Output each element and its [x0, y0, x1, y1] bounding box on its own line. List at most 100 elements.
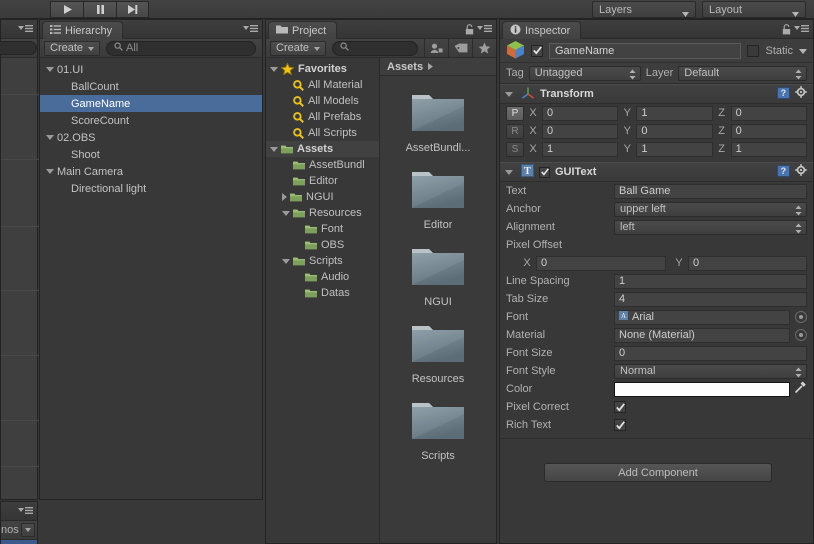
project-create-button[interactable]: Create	[270, 40, 327, 56]
project-tree-item-all-prefabs[interactable]: All Prefabs	[266, 109, 379, 125]
color-swatch[interactable]	[614, 381, 790, 397]
panel-menu-icon[interactable]	[18, 506, 33, 518]
project-tree-item-favorites[interactable]: Favorites	[266, 61, 379, 77]
filter-label-icon[interactable]	[448, 38, 472, 58]
anchor-dropdown[interactable]: upper left	[614, 201, 807, 217]
layout-dropdown[interactable]: Layout	[702, 1, 806, 18]
gameobject-enabled-checkbox[interactable]	[531, 44, 543, 57]
hierarchy-item-02-obs[interactable]: 02.OBS	[40, 129, 262, 146]
hierarchy-item-scorecount[interactable]: ScoreCount	[40, 112, 262, 129]
hierarchy-item-01-ui[interactable]: 01.UI	[40, 61, 262, 78]
tag-dropdown[interactable]: Untagged	[528, 65, 641, 81]
lock-icon[interactable]	[782, 24, 791, 38]
project-tree-item-assets[interactable]: Assets	[266, 141, 379, 157]
material-object-picker-icon[interactable]	[795, 329, 807, 341]
guitext-enabled-checkbox[interactable]	[539, 166, 550, 178]
material-object-field[interactable]: None (Material)	[614, 327, 790, 343]
text-input[interactable]: Ball Game	[614, 183, 807, 199]
static-checkbox[interactable]	[747, 44, 760, 57]
project-tree-item-datas[interactable]: Datas	[266, 285, 379, 301]
transform-r-button[interactable]: R	[506, 123, 524, 139]
transform-s-button[interactable]: S	[506, 141, 524, 157]
chevron-down-icon[interactable]	[282, 210, 290, 216]
project-tree[interactable]: Favorites All Material All Models All Prefa…	[266, 58, 380, 542]
chevron-down-icon[interactable]	[270, 146, 278, 152]
chevron-down-icon[interactable]	[282, 258, 290, 264]
step-button[interactable]	[116, 1, 149, 18]
hierarchy-item-shoot[interactable]: Shoot	[40, 146, 262, 163]
add-component-button[interactable]: Add Component	[544, 463, 772, 482]
transform-s-y-input[interactable]: 1	[636, 141, 713, 157]
transform-r-y-input[interactable]: 0	[636, 123, 713, 139]
project-tree-item-obs[interactable]: OBS	[266, 237, 379, 253]
transform-p-button[interactable]: P	[506, 105, 524, 121]
rich-text-checkbox[interactable]	[614, 419, 626, 431]
project-breadcrumb[interactable]: Assets	[380, 58, 496, 76]
tab-project[interactable]: Project	[268, 21, 338, 39]
transform-component-header[interactable]: Transform ?	[500, 84, 813, 104]
partial-search-field[interactable]	[0, 41, 37, 55]
asset-item-editor[interactable]: Editor	[388, 163, 488, 231]
panel-menu-icon[interactable]	[794, 24, 809, 36]
panel-menu-icon[interactable]	[18, 24, 33, 36]
hierarchy-item-directional-light[interactable]: Directional light	[40, 180, 262, 197]
layers-dropdown[interactable]: Layers	[592, 1, 696, 18]
help-icon[interactable]: ?	[777, 86, 790, 102]
transform-s-x-input[interactable]: 1	[542, 141, 619, 157]
line-spacing-input[interactable]: 1	[614, 273, 807, 289]
project-tree-item-resources[interactable]: Resources	[266, 205, 379, 221]
transform-s-z-input[interactable]: 1	[730, 141, 807, 157]
transform-r-z-input[interactable]: 0	[730, 123, 807, 139]
help-icon[interactable]: ?	[777, 164, 790, 180]
gameobject-name-input[interactable]: GameName	[549, 42, 742, 59]
tab-inspector[interactable]: Inspector	[502, 21, 582, 39]
alignment-dropdown[interactable]: left	[614, 219, 807, 235]
chevron-down-icon[interactable]	[505, 91, 513, 97]
project-tree-item-assetbundl[interactable]: AssetBundl	[266, 157, 379, 173]
static-dropdown-icon[interactable]	[799, 45, 807, 57]
hierarchy-item-ballcount[interactable]: BallCount	[40, 78, 262, 95]
hierarchy-item-main-camera[interactable]: Main Camera	[40, 163, 262, 180]
pixel-offset-x-input[interactable]: 0	[536, 255, 666, 271]
guitext-component-header[interactable]: T GUIText ?	[500, 162, 813, 182]
hierarchy-search-input[interactable]: All	[106, 40, 256, 56]
project-tree-item-font[interactable]: Font	[266, 221, 379, 237]
font-style-dropdown[interactable]: Normal	[614, 363, 807, 379]
chevron-right-icon[interactable]	[282, 193, 287, 201]
hierarchy-item-gamename[interactable]: GameName	[40, 95, 262, 112]
pixel-offset-y-input[interactable]: 0	[688, 255, 807, 271]
transform-p-z-input[interactable]: 0	[730, 105, 807, 121]
hierarchy-tree[interactable]: 01.UI BallCount GameName ScoreCount 02.OBS Sh…	[40, 58, 262, 498]
asset-item-scripts[interactable]: Scripts	[388, 394, 488, 462]
tab-hierarchy[interactable]: Hierarchy	[42, 21, 124, 39]
layer-dropdown[interactable]: Default	[678, 65, 807, 81]
panel-menu-icon[interactable]	[243, 24, 258, 36]
favorites-star-icon[interactable]	[472, 38, 496, 58]
chevron-down-icon[interactable]	[505, 169, 513, 175]
project-tree-item-editor[interactable]: Editor	[266, 173, 379, 189]
hierarchy-create-button[interactable]: Create	[44, 40, 101, 56]
project-tree-item-all-models[interactable]: All Models	[266, 93, 379, 109]
gear-icon[interactable]	[795, 86, 808, 102]
font-size-input[interactable]: 0	[614, 345, 807, 361]
gear-icon[interactable]	[795, 164, 808, 180]
filter-type-icon[interactable]	[424, 38, 448, 58]
project-tree-item-all-scripts[interactable]: All Scripts	[266, 125, 379, 141]
project-tree-item-all-material[interactable]: All Material	[266, 77, 379, 93]
asset-item-assetbundl-[interactable]: AssetBundl...	[388, 86, 488, 154]
asset-grid[interactable]: AssetBundl... Editor NGUI Resources Scripts	[380, 76, 496, 462]
lock-icon[interactable]	[465, 24, 474, 38]
chevron-down-icon[interactable]	[46, 169, 54, 174]
transform-r-x-input[interactable]: 0	[542, 123, 619, 139]
tab-size-input[interactable]: 4	[614, 291, 807, 307]
chevron-down-icon[interactable]	[270, 66, 278, 72]
panel-menu-icon[interactable]	[477, 24, 492, 36]
chevron-down-icon[interactable]	[46, 67, 54, 72]
pause-button[interactable]	[83, 1, 116, 18]
transform-p-y-input[interactable]: 1	[636, 105, 713, 121]
eyedropper-icon[interactable]	[794, 381, 807, 397]
project-tree-item-ngui[interactable]: NGUI	[266, 189, 379, 205]
font-object-field[interactable]: A Arial	[614, 309, 790, 325]
project-tree-item-audio[interactable]: Audio	[266, 269, 379, 285]
transform-p-x-input[interactable]: 0	[542, 105, 619, 121]
